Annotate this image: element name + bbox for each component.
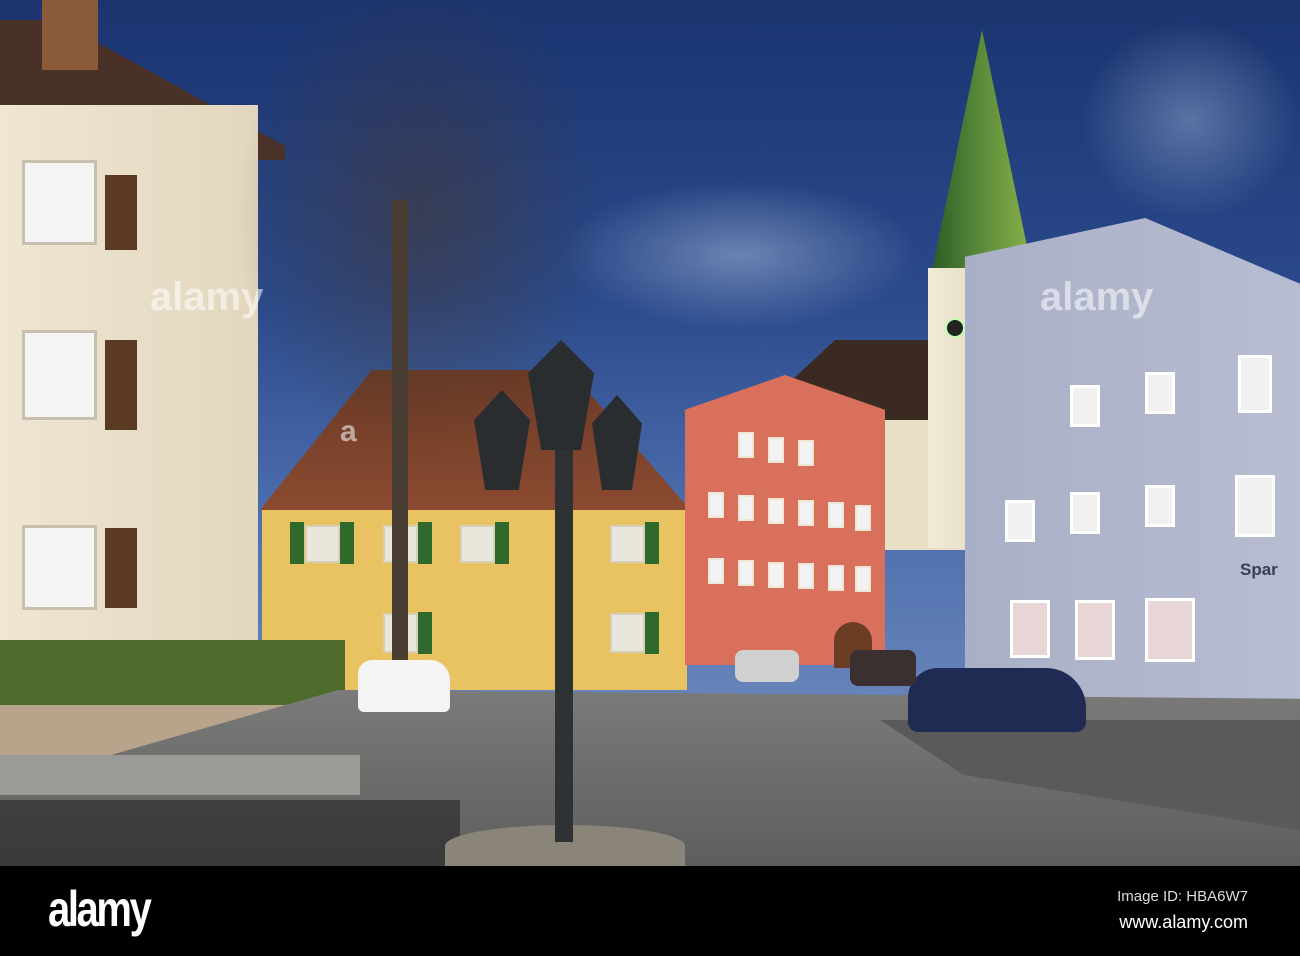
silver-car bbox=[735, 650, 799, 682]
window bbox=[610, 525, 645, 563]
window-shutter bbox=[105, 340, 137, 430]
window bbox=[610, 613, 645, 653]
shop-sign: Spar bbox=[1240, 560, 1278, 579]
window-shutter bbox=[105, 175, 137, 250]
clock-icon bbox=[945, 318, 965, 338]
street-photo: Spar alamy alamy a bbox=[0, 0, 1300, 866]
window-shutter bbox=[105, 528, 137, 608]
window bbox=[460, 525, 495, 563]
window bbox=[1145, 485, 1175, 527]
window bbox=[855, 505, 871, 531]
window bbox=[22, 525, 97, 610]
window bbox=[1005, 500, 1035, 542]
window bbox=[738, 560, 754, 586]
window bbox=[305, 525, 340, 563]
window-shutter bbox=[290, 522, 304, 564]
window-shutter bbox=[340, 522, 354, 564]
window bbox=[855, 566, 871, 592]
window bbox=[738, 495, 754, 521]
tree-trunk bbox=[392, 200, 408, 660]
window bbox=[22, 330, 97, 420]
window bbox=[1145, 372, 1175, 414]
shop-window bbox=[1010, 600, 1050, 658]
window bbox=[1235, 475, 1275, 537]
church-spire bbox=[930, 30, 1034, 280]
lamp-post bbox=[555, 450, 573, 842]
shadow bbox=[0, 800, 460, 866]
window bbox=[708, 492, 724, 518]
watermark-text: alamy bbox=[150, 275, 264, 319]
image-id: Image ID: HBA6W7 bbox=[1117, 888, 1248, 905]
window bbox=[828, 565, 844, 591]
window-shutter bbox=[418, 522, 432, 564]
dark-car bbox=[850, 650, 916, 686]
watermark-mark: a bbox=[340, 415, 357, 448]
window bbox=[1070, 385, 1100, 427]
window-shutter bbox=[495, 522, 509, 564]
blue-car bbox=[908, 668, 1086, 732]
window bbox=[828, 502, 844, 528]
window-shutter bbox=[645, 522, 659, 564]
window bbox=[738, 432, 754, 458]
window bbox=[768, 562, 784, 588]
cloud bbox=[1080, 20, 1300, 220]
white-car bbox=[358, 660, 450, 712]
watermark-text: alamy bbox=[1040, 275, 1154, 319]
window bbox=[1070, 492, 1100, 534]
sidewalk bbox=[0, 755, 360, 795]
shop-window bbox=[1075, 600, 1115, 660]
window bbox=[768, 498, 784, 524]
footer-bar: alamy Image ID: HBA6W7 www.alamy.com bbox=[0, 866, 1300, 956]
window bbox=[1238, 355, 1272, 413]
window-shutter bbox=[645, 612, 659, 654]
site-url: www.alamy.com bbox=[1119, 912, 1248, 932]
window bbox=[798, 500, 814, 526]
window-shutter bbox=[418, 612, 432, 654]
window bbox=[708, 558, 724, 584]
window bbox=[798, 563, 814, 589]
chimney bbox=[42, 0, 98, 70]
alamy-logo: alamy bbox=[48, 881, 152, 937]
window bbox=[22, 160, 97, 245]
shop-window bbox=[1145, 598, 1195, 662]
window bbox=[768, 437, 784, 463]
window bbox=[798, 440, 814, 466]
